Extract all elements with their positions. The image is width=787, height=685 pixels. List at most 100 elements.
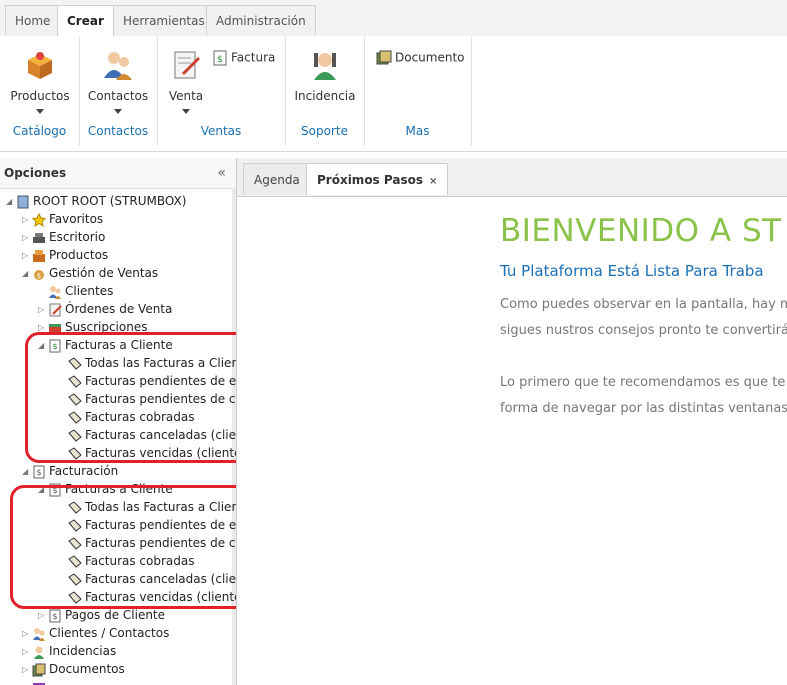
tab-administracion[interactable]: Administración [206, 5, 316, 35]
svg-text:$: $ [36, 468, 41, 477]
collapse-arrow-icon[interactable]: ▷ [38, 319, 48, 337]
group-label-soporte: Soporte [301, 124, 348, 138]
ribbon: Productos Catálogo Contactos Contactos V… [0, 36, 787, 152]
payment-icon: $ [49, 609, 61, 622]
venta-button[interactable]: Venta [159, 48, 213, 114]
tree-node-partial[interactable]: ▷ [22, 678, 49, 685]
tree-node-suscripciones[interactable]: ▷ Suscripciones [38, 318, 147, 336]
options-panel: Opciones « ◢ ROOT ROOT (STRUMBOX) ▷ Favori… [0, 158, 237, 685]
tab-crear[interactable]: Crear [57, 5, 114, 37]
report-icon [33, 682, 45, 685]
tree-node-clientes[interactable]: Clientes [48, 282, 113, 300]
chevron-down-icon [114, 109, 122, 114]
group-contactos: Contactos Contactos [79, 36, 158, 146]
tree-node-gestion-ventas[interactable]: ◢ $ Gestión de Ventas [22, 264, 158, 282]
tab-agenda[interactable]: Agenda [243, 163, 311, 195]
tree-node-incidencias[interactable]: ▷ Incidencias [22, 642, 116, 660]
tree-leaf-f2-cobradas[interactable]: Facturas cobradas [68, 552, 194, 570]
collapse-arrow-icon[interactable]: ▷ [22, 211, 32, 229]
tree-node-pagos[interactable]: ▷ $ Pagos de Cliente [38, 606, 165, 624]
clients-icon [49, 285, 61, 299]
paragraph-1-line-2: sigues nustros consejos pronto te conver… [500, 323, 787, 338]
productos-button[interactable]: Productos [4, 48, 76, 114]
tree-node-facturas-cliente-1[interactable]: ◢ $ Facturas a Cliente [38, 336, 173, 354]
tree-node-favoritos[interactable]: ▷ Favoritos [22, 210, 103, 228]
document-icon [376, 50, 392, 65]
group-label-catalogo: Catálogo [12, 124, 67, 138]
folder-icon [68, 374, 82, 388]
folder-icon [68, 410, 82, 424]
expand-arrow-icon[interactable]: ◢ [38, 337, 48, 355]
collapse-arrow-icon[interactable]: ▷ [38, 301, 48, 319]
svg-text:$: $ [217, 55, 223, 65]
tree-node-clientes-contactos[interactable]: ▷ Clientes / Contactos [22, 624, 169, 642]
svg-text:$: $ [52, 342, 57, 351]
document-icon [32, 663, 46, 676]
svg-text:$: $ [52, 612, 57, 621]
panel-title: Opciones [4, 166, 67, 180]
collapse-arrow-icon[interactable]: ▷ [22, 661, 32, 679]
documento-button[interactable]: Documento [376, 50, 465, 66]
desk-icon [33, 232, 45, 243]
tab-herramientas[interactable]: Herramientas [113, 5, 215, 35]
tree-node-productos[interactable]: ▷ Productos [22, 246, 108, 264]
tree-leaf-f1-cobradas[interactable]: Facturas cobradas [68, 408, 194, 426]
tree-node-facturas-cliente-2[interactable]: ◢ $ Facturas a Cliente [38, 480, 173, 498]
tree-node-ordenes[interactable]: ▷ Órdenes de Venta [38, 300, 172, 318]
tree-leaf-f1-todas[interactable]: Todas las Facturas a Cliente [68, 354, 236, 372]
invoice-icon: $ [49, 339, 61, 352]
collapse-arrow-icon[interactable]: ▷ [22, 247, 32, 265]
tree-node-escritorio[interactable]: ▷ Escritorio [22, 228, 105, 246]
tree-node-root[interactable]: ◢ ROOT ROOT (STRUMBOX) [6, 192, 186, 210]
chevron-down-icon [36, 109, 44, 114]
folder-icon [68, 500, 82, 514]
folder-icon [68, 356, 82, 370]
expand-arrow-icon[interactable]: ◢ [22, 265, 32, 283]
chevron-down-icon [182, 109, 190, 114]
invoice-pen-icon [174, 51, 201, 79]
group-label-mas: Mas [405, 124, 430, 138]
tree-node-facturacion[interactable]: ◢ $ Facturación [22, 462, 118, 480]
folder-icon [68, 392, 82, 406]
invoice-icon: $ [49, 483, 61, 496]
tree-leaf-f1-canceladas[interactable]: Facturas canceladas (cliente [68, 426, 236, 444]
folder-icon [68, 554, 82, 568]
expand-arrow-icon[interactable]: ◢ [38, 481, 48, 499]
tree-leaf-f1-pend-envio[interactable]: Facturas pendientes de env [68, 372, 236, 390]
order-icon [49, 303, 62, 316]
tab-proximos-pasos[interactable]: Próximos Pasos × [306, 163, 449, 195]
collapse-arrow-icon[interactable]: ▷ [38, 607, 48, 625]
content-tabbar: Agenda Próximos Pasos × [237, 158, 787, 197]
collapse-arrow-icon[interactable]: ▷ [22, 229, 32, 247]
collapse-arrow-icon[interactable]: ▷ [22, 625, 32, 643]
group-label-contactos: Contactos [87, 124, 149, 138]
contactos-button[interactable]: Contactos [82, 48, 154, 114]
tree-leaf-f2-vencidas[interactable]: Facturas vencidas (cliente) [68, 588, 236, 606]
tab-home[interactable]: Home [5, 5, 61, 35]
incidencia-button[interactable]: Incidencia [289, 48, 361, 103]
tree-node-documentos[interactable]: ▷ Documentos [22, 660, 125, 678]
tree-leaf-f2-pend-envio[interactable]: Facturas pendientes de env [68, 516, 236, 534]
svg-text:$: $ [37, 272, 41, 280]
tree-leaf-f1-pend-cobro[interactable]: Facturas pendientes de cob [68, 390, 236, 408]
close-icon[interactable]: × [429, 176, 437, 187]
tree-leaf-f1-vencidas[interactable]: Facturas vencidas (cliente) [68, 444, 236, 462]
expand-arrow-icon[interactable]: ◢ [22, 463, 32, 481]
tree-leaf-f2-canceladas[interactable]: Facturas canceladas (cliente [68, 570, 236, 588]
collapse-panel-button[interactable]: « [217, 158, 226, 188]
welcome-subtitle: Tu Plataforma Está Lista Para Traba [500, 262, 764, 280]
expand-arrow-icon[interactable]: ◢ [6, 193, 16, 211]
folder-icon [68, 590, 82, 604]
folder-icon [68, 428, 82, 442]
invoice-icon: $ [213, 50, 227, 66]
tree-leaf-f2-todas[interactable]: Todas las Facturas a Cliente [68, 498, 236, 516]
factura-button[interactable]: $ Factura [212, 50, 275, 66]
tree-leaf-f2-pend-cobro[interactable]: Facturas pendientes de cob [68, 534, 236, 552]
folder-icon [68, 446, 82, 460]
svg-text:$: $ [52, 486, 57, 495]
collapse-arrow-icon[interactable]: ▷ [22, 679, 32, 685]
box-icon [28, 52, 52, 79]
collapse-arrow-icon[interactable]: ▷ [22, 643, 32, 661]
support-agent-icon [314, 53, 336, 80]
folder-icon [68, 572, 82, 586]
